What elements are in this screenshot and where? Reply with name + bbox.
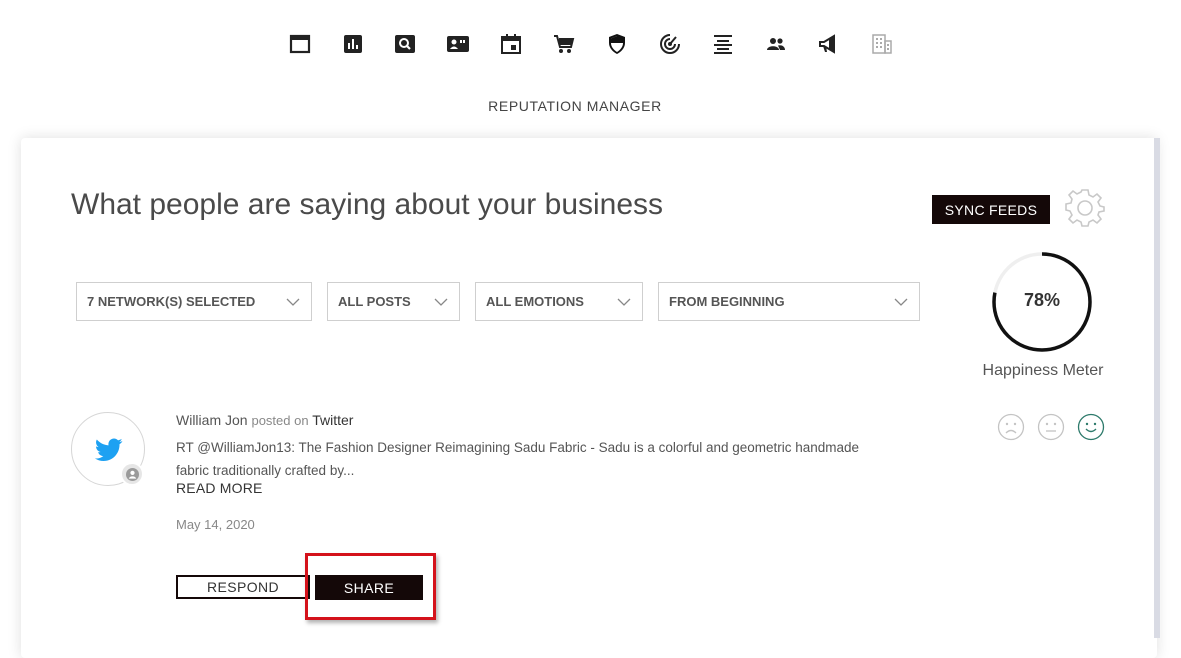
- respond-button[interactable]: RESPOND: [176, 575, 310, 599]
- post-meta: William Jon posted on Twitter: [176, 412, 353, 428]
- shopping-cart-icon[interactable]: [551, 31, 577, 57]
- gear-icon[interactable]: [1065, 188, 1105, 228]
- emotions-filter-label: ALL EMOTIONS: [486, 294, 584, 309]
- read-more-link[interactable]: READ MORE: [176, 480, 263, 496]
- page-title: What people are saying about your busine…: [71, 188, 664, 221]
- user-placeholder-icon: [120, 462, 144, 486]
- sad-face-icon[interactable]: [997, 413, 1025, 441]
- twitter-icon: [95, 438, 123, 461]
- posts-filter-dropdown[interactable]: ALL POSTS: [327, 282, 460, 321]
- networks-filter-dropdown[interactable]: 7 NETWORK(S) SELECTED: [76, 282, 312, 321]
- section-title: REPUTATION MANAGER: [488, 98, 662, 114]
- posts-filter-label: ALL POSTS: [338, 294, 411, 309]
- sync-feeds-button[interactable]: SYNC FEEDS: [932, 195, 1050, 224]
- shield-icon[interactable]: [604, 31, 630, 57]
- megaphone-icon[interactable]: [816, 31, 842, 57]
- emotions-filter-dropdown[interactable]: ALL EMOTIONS: [475, 282, 643, 321]
- period-filter-label: FROM BEGINNING: [669, 294, 785, 309]
- share-button[interactable]: SHARE: [315, 575, 423, 600]
- posted-on-text: posted on: [251, 413, 309, 428]
- chevron-down-icon: [434, 298, 448, 306]
- scrollbar[interactable]: [1154, 138, 1160, 638]
- neutral-face-icon[interactable]: [1037, 413, 1065, 441]
- happy-face-icon[interactable]: [1077, 413, 1105, 441]
- calendar-icon[interactable]: [498, 31, 524, 57]
- contact-card-icon[interactable]: [445, 31, 471, 57]
- post-text-line-1: RT @WilliamJon13: The Fashion Designer R…: [176, 440, 860, 455]
- bar-chart-icon[interactable]: [340, 31, 366, 57]
- post-author[interactable]: William Jon: [176, 412, 248, 428]
- period-filter-dropdown[interactable]: FROM BEGINNING: [658, 282, 920, 321]
- top-navigation-bar: [0, 24, 1181, 64]
- search-icon[interactable]: [392, 31, 418, 57]
- post-date: May 14, 2020: [176, 517, 255, 532]
- building-icon[interactable]: [869, 31, 895, 57]
- chevron-down-icon: [286, 298, 300, 306]
- post-text-line-2: fabric traditionally crafted by...: [176, 463, 355, 478]
- align-center-icon[interactable]: [710, 31, 736, 57]
- people-icon[interactable]: [763, 31, 789, 57]
- happiness-meter-label: Happiness Meter: [982, 362, 1104, 379]
- happiness-meter-value: 78%: [1023, 290, 1061, 310]
- chevron-down-icon: [617, 298, 631, 306]
- networks-filter-label: 7 NETWORK(S) SELECTED: [87, 294, 256, 309]
- window-icon[interactable]: [287, 31, 313, 57]
- post-network[interactable]: Twitter: [312, 412, 353, 428]
- radar-icon[interactable]: [657, 31, 683, 57]
- chevron-down-icon: [894, 298, 908, 306]
- post-text: RT @WilliamJon13: The Fashion Designer R…: [176, 436, 876, 482]
